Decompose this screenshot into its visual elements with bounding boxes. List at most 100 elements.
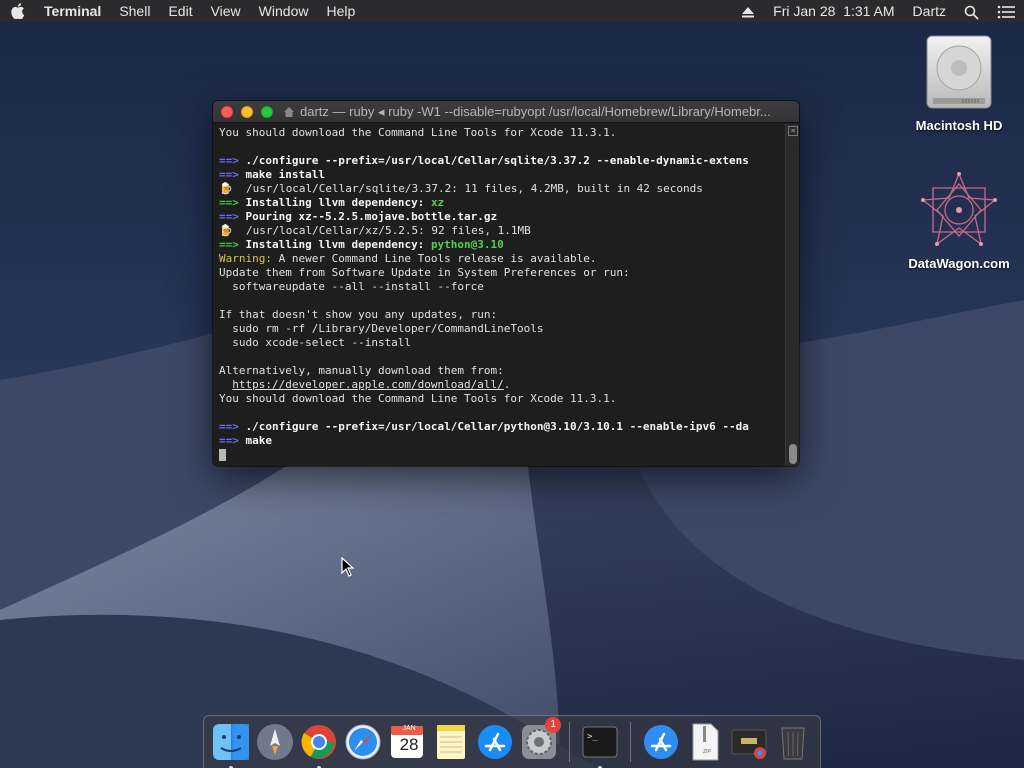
mouse-pointer-icon: [341, 557, 355, 577]
terminal-text: softwareupdate --all --install --force: [219, 280, 484, 293]
terminal-text: make: [245, 434, 273, 447]
terminal-line: Update them from Software Update in Syst…: [219, 266, 779, 280]
dock-zip-file[interactable]: ZIP: [685, 720, 725, 764]
spotlight-search-icon[interactable]: [955, 0, 988, 22]
scroll-split-icon[interactable]: ≡: [788, 126, 798, 136]
installer-icon: [731, 729, 767, 759]
terminal-text: python@3.10: [430, 238, 504, 251]
terminal-output[interactable]: You should download the Command Line Too…: [213, 124, 785, 466]
terminal-line: ==> make: [219, 434, 779, 448]
terminal-text: ==>: [219, 210, 246, 223]
terminal-line: If that doesn't show you any updates, ru…: [219, 308, 779, 322]
house-icon: [284, 107, 294, 117]
dock-downloads[interactable]: [641, 720, 681, 764]
terminal-text: Alternatively, manually download them fr…: [219, 364, 504, 377]
dock-safari[interactable]: [343, 720, 383, 764]
terminal-text: /usr/local/Cellar/sqlite/3.37.2: 11 file…: [245, 182, 703, 195]
notes-icon: [437, 725, 466, 759]
terminal-scrollbar[interactable]: ≡: [785, 124, 799, 466]
terminal-text: If that doesn't show you any updates, ru…: [219, 308, 498, 321]
window-minimize-button[interactable]: [241, 105, 253, 118]
terminal-line: ==> ./configure --prefix=/usr/local/Cell…: [219, 154, 779, 168]
terminal-text: You should download the Command Line Too…: [219, 392, 617, 405]
terminal-text: ==>: [219, 196, 246, 209]
dock-system-preferences[interactable]: 1: [519, 717, 562, 764]
chrome-icon: [301, 725, 337, 759]
dock-separator: [569, 722, 571, 762]
menu-view[interactable]: View: [202, 0, 250, 22]
eject-icon[interactable]: [732, 0, 764, 22]
desktop-icon-datawagon[interactable]: DataWagon.com: [904, 170, 1014, 271]
desktop-icon-label: DataWagon.com: [908, 256, 1010, 271]
launchpad-icon: [257, 724, 294, 760]
window-zoom-button[interactable]: [261, 105, 273, 118]
terminal-line: ==> ./configure --prefix=/usr/local/Cell…: [219, 420, 779, 434]
desktop-icon-macintosh-hd[interactable]: Macintosh HD: [904, 32, 1014, 133]
terminal-text: .: [503, 378, 511, 391]
geometric-star-icon: [919, 170, 999, 250]
terminal-line: sudo xcode-select --install: [219, 336, 779, 350]
terminal-line: sudo rm -rf /Library/Developer/CommandLi…: [219, 322, 779, 336]
downloads-folder-icon: [643, 725, 678, 759]
terminal-line: ==> Installing llvm dependency: python@3…: [219, 238, 779, 252]
terminal-text: Installing llvm dependency:: [245, 196, 431, 209]
menu-window[interactable]: Window: [250, 0, 318, 22]
terminal-line: Warning: A newer Command Line Tools rele…: [219, 252, 779, 266]
menubar-clock[interactable]: Fri Jan 28 1:31 AM: [764, 0, 903, 22]
finder-icon: [213, 724, 249, 760]
calendar-month: JAN: [402, 725, 416, 732]
text-cursor: [219, 449, 226, 461]
terminal-text: ==>: [219, 154, 246, 167]
window-close-button[interactable]: [221, 105, 233, 118]
terminal-window[interactable]: dartz — ruby ◂ ruby -W1 --disable=rubyop…: [213, 101, 799, 466]
terminal-text: xz: [430, 196, 445, 209]
prompt-line: [219, 448, 779, 462]
trash-icon: [781, 727, 805, 760]
terminal-titlebar[interactable]: dartz — ruby ◂ ruby -W1 --disable=rubyop…: [213, 101, 799, 123]
dock-launchpad[interactable]: [255, 720, 295, 764]
terminal-text: ./configure --prefix=/usr/local/Cellar/s…: [245, 154, 749, 167]
hard-drive-icon: [919, 32, 999, 112]
terminal-icon: >_: [582, 726, 618, 758]
terminal-text: Update them from Software Update in Syst…: [219, 266, 630, 279]
apple-menu-icon[interactable]: [0, 2, 36, 20]
dock-finder[interactable]: [211, 720, 251, 768]
terminal-text[interactable]: https://developer.apple.com/download/all…: [232, 378, 504, 391]
dock-terminal[interactable]: >_: [580, 720, 620, 768]
terminal-text: A newer Command Line Tools release is av…: [271, 252, 597, 265]
menu-bar: Terminal Shell Edit View Window Help Fri…: [0, 0, 1024, 22]
scrollbar-thumb[interactable]: [789, 444, 797, 464]
terminal-text: sudo rm -rf /Library/Developer/CommandLi…: [219, 322, 544, 335]
dock: JAN 28 1 >_ ZIP: [203, 715, 821, 768]
notification-center-icon[interactable]: [988, 0, 1024, 22]
terminal-line: Alternatively, manually download them fr…: [219, 364, 779, 378]
terminal-text: You should download the Command Line Too…: [219, 126, 617, 139]
dock-app-store[interactable]: [475, 720, 515, 764]
dock-notes[interactable]: [431, 720, 471, 764]
dock-trash[interactable]: [773, 720, 813, 764]
dock-chrome[interactable]: [299, 720, 339, 768]
calendar-day: 28: [399, 735, 419, 754]
terminal-line: ==> Pouring xz--5.2.5.mojave.bottle.tar.…: [219, 210, 779, 224]
dock-calendar[interactable]: JAN 28: [387, 720, 427, 764]
menu-help[interactable]: Help: [317, 0, 364, 22]
terminal-line: You should download the Command Line Too…: [219, 126, 779, 140]
notification-badge: 1: [545, 717, 562, 733]
menu-shell[interactable]: Shell: [110, 0, 159, 22]
terminal-text: ./configure --prefix=/usr/local/Cellar/p…: [245, 420, 749, 433]
terminal-line: ==> Installing llvm dependency: xz: [219, 196, 779, 210]
svg-text:>_: >_: [587, 732, 598, 742]
terminal-text: Pouring xz--5.2.5.mojave.bottle.tar.gz: [245, 210, 498, 223]
zip-file-icon: [692, 723, 719, 761]
menubar-user[interactable]: Dartz: [904, 0, 955, 22]
dock-installer[interactable]: [729, 720, 769, 764]
safari-icon: [345, 724, 381, 760]
menu-edit[interactable]: Edit: [159, 0, 201, 22]
terminal-text: ==>: [219, 168, 246, 181]
terminal-text: /usr/local/Cellar/xz/5.2.5: 92 files, 1.…: [245, 224, 531, 237]
menu-terminal[interactable]: Terminal: [36, 0, 110, 22]
